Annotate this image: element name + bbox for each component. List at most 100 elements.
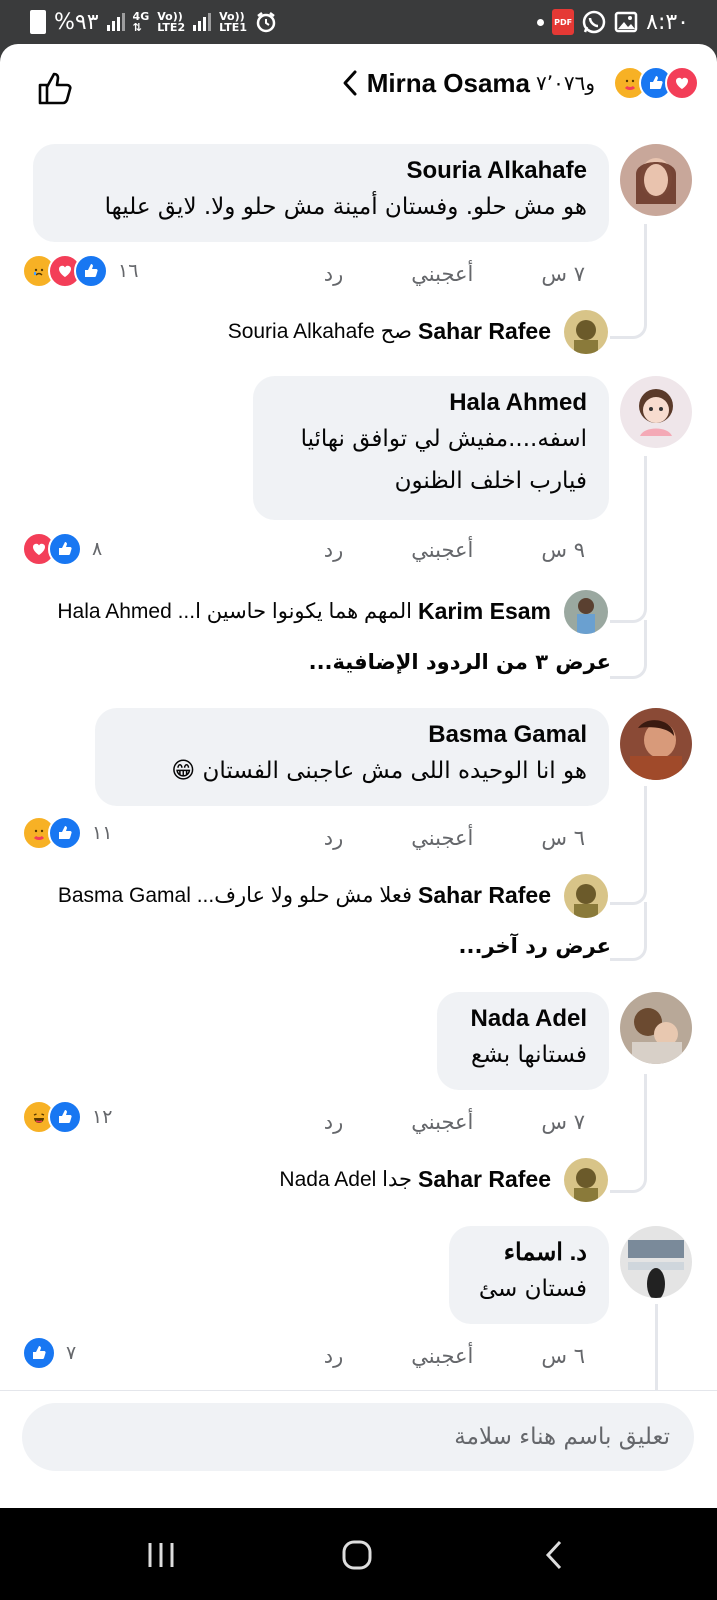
comment-bubble[interactable]: Basma Gamal هو انا الوحيده اللى مش عاجبن…: [95, 708, 609, 806]
comment-time: ٦ س: [541, 826, 585, 850]
recent-apps-button[interactable]: [136, 1530, 186, 1580]
comment-author[interactable]: Souria Alkahafe: [55, 156, 587, 186]
comment-time: ٩ س: [541, 538, 585, 562]
comment-text: اسفه....مفيش لي توافق نهائيا: [300, 426, 587, 452]
reply-text: فعلا مش حلو ولا عارف... Basma Gamal: [57, 884, 413, 907]
comment-author[interactable]: Hala Ahmed: [275, 388, 587, 418]
alarm-icon: [256, 12, 276, 33]
recent-apps-icon: [148, 1543, 174, 1567]
like-link[interactable]: أعجبني: [411, 1110, 473, 1134]
comment-reactions[interactable]: ١٦: [22, 254, 138, 288]
post-title-row[interactable]: Mirna Osama و٧٬٠٧٦: [339, 66, 699, 100]
comment-author[interactable]: Nada Adel: [459, 1004, 587, 1034]
comment-reactions[interactable]: ١٢: [22, 1100, 112, 1134]
reply-author[interactable]: Karim Esam: [418, 598, 551, 625]
comment-time: ٧ س: [541, 262, 585, 286]
back-button[interactable]: [530, 1530, 580, 1580]
avatar[interactable]: [564, 590, 608, 634]
like-reaction-icon: [48, 816, 82, 850]
love-reaction-icon: [665, 66, 699, 100]
reaction-count: ١١: [92, 822, 113, 844]
reply-author[interactable]: Sahar Rafee: [418, 1166, 551, 1193]
comment-reactions[interactable]: ٧: [22, 1336, 76, 1370]
comment-author[interactable]: د. اسماء: [471, 1238, 587, 1268]
reply-link[interactable]: رد: [324, 1110, 344, 1134]
reply-author[interactable]: Sahar Rafee: [418, 882, 551, 909]
like-reaction-icon: [48, 532, 82, 566]
view-more-replies-link[interactable]: عرض رد آخر...: [459, 934, 611, 958]
reply-preview[interactable]: Sahar Rafee فعلا مش حلو ولا عارف... Basm…: [58, 882, 551, 909]
thread-line: [610, 224, 647, 339]
post-author-name: Mirna Osama: [366, 67, 530, 98]
reply-preview[interactable]: Sahar Rafee صح Souria Alkahafe: [228, 318, 551, 345]
like-link[interactable]: أعجبني: [411, 1344, 473, 1368]
comment-actions: ٧ س أعجبني رد: [324, 1110, 585, 1134]
reply-link[interactable]: رد: [324, 538, 344, 562]
reaction-count: ١٢: [92, 1106, 113, 1128]
thread-line: [610, 902, 647, 961]
comment-bubble[interactable]: د. اسماء فستان سئ: [449, 1226, 609, 1324]
back-icon: [545, 1540, 562, 1570]
like-link[interactable]: أعجبني: [411, 826, 473, 850]
comment-composer-area: تعليق باسم هناء سلامة: [0, 1390, 717, 1508]
system-nav-bar: [0, 1508, 717, 1600]
thread-line: [610, 620, 647, 679]
avatar[interactable]: [620, 708, 692, 780]
comment-input[interactable]: تعليق باسم هناء سلامة: [22, 1403, 694, 1471]
reply-link[interactable]: رد: [324, 826, 344, 850]
lte1-label: LTE1: [219, 21, 247, 34]
gallery-icon: [614, 11, 638, 33]
view-more-replies-link[interactable]: عرض ٣ من الردود الإضافية...: [309, 650, 611, 674]
comment-actions: ٧ س أعجبني رد: [324, 262, 585, 286]
avatar[interactable]: [620, 376, 692, 448]
reaction-count: ٧: [66, 1342, 77, 1364]
reply-preview[interactable]: Karim Esam المهم هما يكونوا حاسين ا... H…: [57, 598, 551, 625]
status-bar: %٩٣ 4G ⇅ Vo)) LTE2 Vo)) LTE1 PDF ٨:٣٠: [0, 0, 717, 44]
thread-line: [610, 456, 647, 623]
thread-line: [610, 1074, 647, 1193]
whatsapp-icon: [582, 10, 606, 34]
status-bar-left-group: %٩٣ 4G ⇅ Vo)) LTE2 Vo)) LTE1: [30, 8, 277, 36]
back-chevron-icon[interactable]: [339, 68, 361, 98]
comment-actions: ٦ س أعجبني رد: [324, 826, 585, 850]
comment-reactions[interactable]: ١١: [22, 816, 112, 850]
reply-text: جدا Nada Adel: [279, 1168, 413, 1191]
comment-input-placeholder: تعليق باسم هناء سلامة: [454, 1424, 670, 1450]
like-link[interactable]: أعجبني: [411, 538, 473, 562]
thread-line: [655, 1304, 658, 1394]
reply-author[interactable]: Sahar Rafee: [418, 318, 551, 345]
avatar[interactable]: [564, 874, 608, 918]
comment-text: فستانها بشع: [471, 1042, 587, 1068]
home-button[interactable]: [332, 1530, 382, 1580]
like-link[interactable]: أعجبني: [411, 262, 473, 286]
avatar[interactable]: [620, 144, 692, 216]
network-arrows-icon: ⇅: [132, 21, 142, 34]
reaction-count: ١٦: [118, 260, 139, 282]
avatar[interactable]: [620, 992, 692, 1064]
home-icon: [342, 1540, 372, 1570]
like-button-icon[interactable]: [34, 68, 74, 108]
comment-bubble[interactable]: Nada Adel فستانها بشع: [437, 992, 609, 1090]
comment-text: فستان سئ: [478, 1276, 587, 1302]
reply-preview[interactable]: Sahar Rafee جدا Nada Adel: [279, 1166, 551, 1193]
comment-author[interactable]: Basma Gamal: [117, 720, 587, 750]
thread-line: [610, 786, 647, 905]
comment-bubble[interactable]: Souria Alkahafe هو مش حلو. وفستان أمينة …: [33, 144, 609, 242]
reply-link[interactable]: رد: [324, 262, 344, 286]
reply-text: المهم هما يكونوا حاسين ا... Hala Ahmed: [57, 600, 413, 623]
battery-icon: [30, 10, 46, 34]
post-reaction-count: و٧٬٠٧٦: [536, 71, 595, 95]
comment-bubble[interactable]: Hala Ahmed اسفه....مفيش لي توافق نهائيا …: [253, 376, 609, 520]
reply-text: صح Souria Alkahafe: [227, 320, 413, 343]
avatar[interactable]: [564, 310, 608, 354]
avatar[interactable]: [620, 1226, 692, 1298]
reply-link[interactable]: رد: [324, 1344, 344, 1368]
comment-text: هو انا الوحيده اللى مش عاجبنى الفستان 😁: [171, 758, 587, 784]
comment-text: هو مش حلو. وفستان أمينة مش حلو ولا. لايق…: [104, 194, 587, 220]
comments-header: Mirna Osama و٧٬٠٧٦: [0, 44, 717, 134]
reaction-count: ٨: [92, 538, 103, 560]
comment-reactions[interactable]: ٨: [22, 532, 102, 566]
avatar[interactable]: [564, 1158, 608, 1202]
like-reaction-icon: [22, 1336, 56, 1370]
signal-icon: [106, 13, 125, 31]
